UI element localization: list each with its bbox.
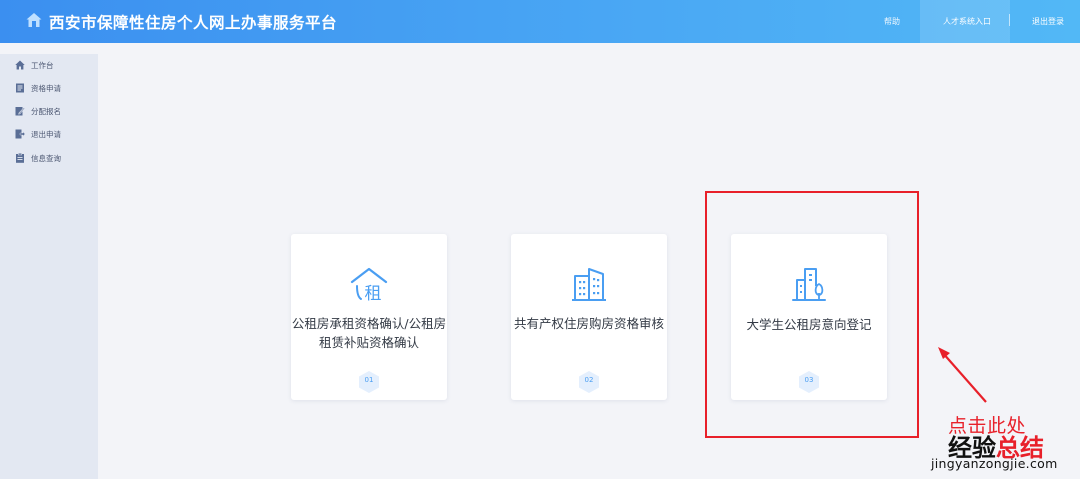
talent-system-link[interactable]: 人才系统入口	[943, 16, 991, 27]
logout-link[interactable]: 退出登录	[1032, 16, 1064, 27]
help-link[interactable]: 帮助	[884, 16, 900, 27]
sidebar-item-label: 资格申请	[31, 83, 61, 93]
sidebar-item-label: 工作台	[31, 60, 54, 70]
app-title: 西安市保障性住房个人网上办事服务平台	[49, 14, 338, 32]
home-icon	[15, 60, 25, 70]
sidebar: 工作台 资格申请 分配报名 退出申请 信息查询	[0, 54, 98, 479]
sidebar-item-label: 分配报名	[31, 106, 61, 116]
card-number: 01	[364, 376, 374, 384]
sidebar-item-workbench[interactable]: 工作台	[15, 58, 54, 72]
service-card-public-rental[interactable]: 租 公租房承租资格确认/公租房 租赁补贴资格确认 01	[291, 234, 447, 400]
sidebar-item-label: 退出申请	[31, 129, 61, 139]
arrow-icon	[938, 347, 987, 403]
building-icon	[572, 268, 606, 301]
service-card-shared-ownership[interactable]: 共有产权住房购房资格审核 02	[511, 234, 667, 400]
sidebar-item-qualification-apply[interactable]: 资格申请	[15, 81, 61, 95]
sidebar-item-label: 信息查询	[31, 153, 61, 163]
card-title-line2: 租赁补贴资格确认	[318, 335, 419, 350]
nav-divider	[1009, 14, 1010, 26]
watermark-url: jingyanzongjie.com	[931, 456, 1058, 471]
house-icon	[26, 13, 42, 27]
document-icon	[16, 83, 24, 93]
sidebar-item-allocation-signup[interactable]: 分配报名	[15, 104, 61, 118]
svg-text:租: 租	[365, 284, 382, 302]
rent-house-icon: 租	[350, 267, 388, 302]
card-number: 02	[584, 376, 594, 384]
card-title-line1: 共有产权住房购房资格审核	[513, 316, 664, 331]
card-number-badge: 01	[357, 370, 381, 394]
top-header: 西安市保障性住房个人网上办事服务平台 帮助 人才系统入口 退出登录	[0, 0, 1080, 43]
card-title-line1: 公租房承租资格确认/公租房	[291, 316, 447, 331]
exit-icon	[15, 129, 25, 139]
card-number-badge: 02	[577, 370, 601, 394]
sidebar-item-exit-apply[interactable]: 退出申请	[15, 127, 61, 141]
clipboard-icon	[16, 153, 24, 163]
sidebar-item-info-query[interactable]: 信息查询	[15, 151, 61, 165]
highlight-box	[705, 191, 919, 438]
edit-icon	[15, 107, 25, 116]
